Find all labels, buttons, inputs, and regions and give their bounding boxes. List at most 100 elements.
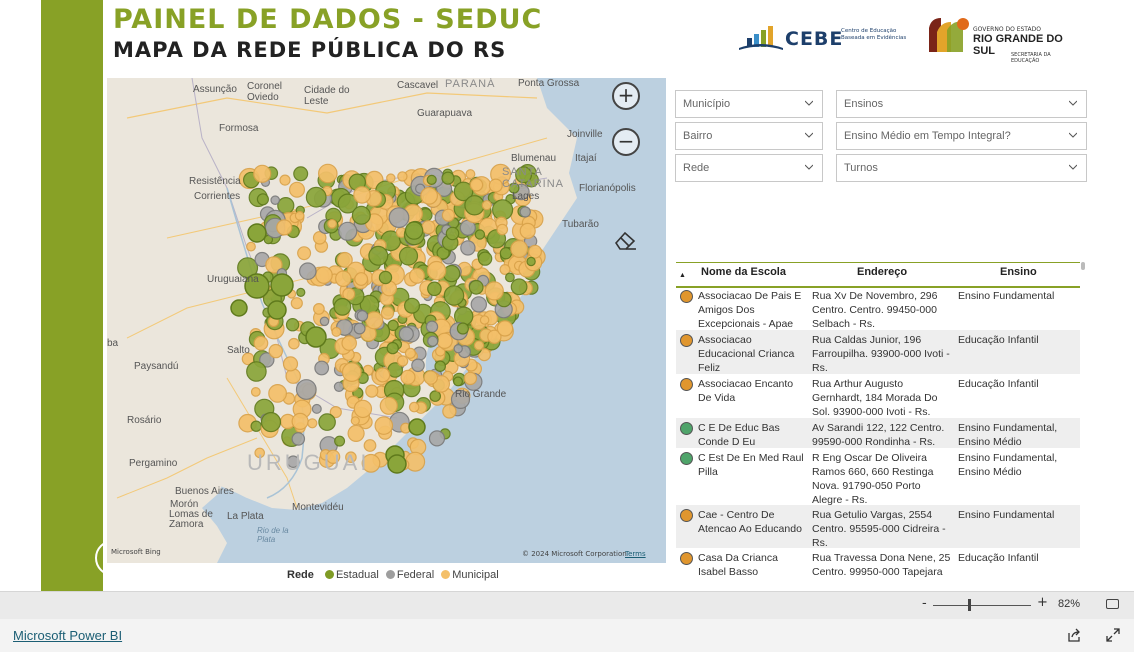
school-marker[interactable] bbox=[510, 240, 529, 259]
zoom-slider-track[interactable] bbox=[933, 605, 1031, 606]
schools-table[interactable]: ▲ Nome da Escola Endereço Ensino Associa… bbox=[676, 262, 1082, 578]
school-marker[interactable] bbox=[253, 164, 272, 183]
school-marker[interactable] bbox=[404, 347, 416, 359]
school-marker[interactable] bbox=[289, 181, 306, 198]
school-marker[interactable] bbox=[421, 220, 436, 235]
school-marker[interactable] bbox=[426, 260, 447, 281]
school-marker[interactable] bbox=[276, 219, 293, 236]
eraser-icon[interactable] bbox=[613, 229, 637, 251]
school-marker[interactable] bbox=[354, 272, 369, 286]
school-marker[interactable] bbox=[285, 317, 300, 332]
school-marker[interactable] bbox=[375, 367, 391, 383]
school-marker[interactable] bbox=[288, 337, 300, 350]
school-marker[interactable] bbox=[356, 310, 369, 322]
school-marker[interactable] bbox=[246, 241, 256, 252]
school-marker[interactable] bbox=[338, 221, 358, 241]
school-marker[interactable] bbox=[469, 178, 484, 192]
school-marker[interactable] bbox=[404, 221, 424, 240]
school-marker[interactable] bbox=[470, 296, 487, 313]
map-terms-link[interactable]: Terms bbox=[625, 550, 646, 558]
school-marker[interactable] bbox=[342, 287, 356, 301]
school-marker[interactable] bbox=[496, 320, 514, 337]
school-marker[interactable] bbox=[408, 418, 426, 436]
school-marker[interactable] bbox=[319, 316, 330, 327]
header-nome-escola[interactable]: Nome da Escola bbox=[701, 266, 786, 278]
school-marker[interactable] bbox=[379, 396, 398, 415]
map-visual[interactable]: Assunção Coronel Oviedo Cidade do Leste … bbox=[107, 78, 666, 563]
school-marker[interactable] bbox=[334, 435, 346, 447]
school-marker[interactable] bbox=[397, 171, 408, 182]
school-marker[interactable] bbox=[453, 344, 463, 354]
zoom-slider-thumb[interactable] bbox=[968, 599, 971, 611]
school-marker[interactable] bbox=[311, 403, 322, 414]
school-marker[interactable] bbox=[347, 424, 365, 442]
school-marker[interactable] bbox=[297, 246, 312, 261]
school-marker[interactable] bbox=[465, 169, 476, 180]
school-marker[interactable] bbox=[468, 279, 484, 295]
school-marker[interactable] bbox=[453, 376, 464, 387]
school-marker[interactable] bbox=[456, 322, 469, 335]
school-marker[interactable] bbox=[333, 297, 352, 316]
school-marker[interactable] bbox=[351, 205, 371, 225]
school-marker[interactable] bbox=[318, 413, 336, 431]
school-marker[interactable] bbox=[388, 207, 410, 229]
table-row[interactable]: Associacao Encanto De Vida Rua Arthur Aug… bbox=[676, 374, 1080, 418]
school-marker[interactable] bbox=[425, 320, 439, 333]
school-marker[interactable] bbox=[230, 299, 248, 317]
school-marker[interactable] bbox=[396, 355, 409, 367]
school-marker[interactable] bbox=[398, 246, 419, 266]
school-marker[interactable] bbox=[434, 360, 446, 372]
zoom-out-page-button[interactable]: - bbox=[922, 596, 927, 611]
school-marker[interactable] bbox=[282, 356, 299, 372]
school-marker[interactable] bbox=[312, 302, 325, 315]
school-marker[interactable] bbox=[341, 362, 362, 383]
school-marker[interactable] bbox=[305, 186, 327, 208]
school-marker[interactable] bbox=[463, 371, 478, 386]
school-marker[interactable] bbox=[260, 412, 282, 433]
school-marker[interactable] bbox=[246, 361, 267, 382]
school-marker[interactable] bbox=[333, 381, 345, 392]
school-marker[interactable] bbox=[270, 195, 280, 205]
table-row[interactable]: Cae - Centro De Atencao Ao Educando Rua G… bbox=[676, 505, 1080, 549]
school-marker[interactable] bbox=[519, 222, 536, 239]
school-marker[interactable] bbox=[291, 432, 306, 446]
school-marker[interactable] bbox=[256, 193, 269, 206]
table-scrollbar[interactable] bbox=[1081, 262, 1085, 270]
school-marker[interactable] bbox=[253, 335, 269, 351]
school-marker[interactable] bbox=[368, 245, 389, 266]
school-marker[interactable] bbox=[250, 387, 261, 397]
school-marker[interactable] bbox=[315, 266, 333, 284]
school-marker[interactable] bbox=[294, 210, 305, 221]
school-marker[interactable] bbox=[247, 223, 267, 243]
zoom-in-page-button[interactable]: + bbox=[1037, 595, 1048, 610]
school-marker[interactable] bbox=[268, 384, 288, 403]
school-marker[interactable] bbox=[496, 223, 509, 236]
school-marker[interactable] bbox=[365, 384, 379, 398]
legend-label-federal[interactable]: Federal bbox=[397, 569, 434, 581]
school-marker[interactable] bbox=[405, 451, 426, 472]
school-marker[interactable] bbox=[386, 341, 399, 355]
zoom-out-button[interactable]: − bbox=[612, 128, 640, 156]
filter-bairro[interactable]: Bairro bbox=[675, 122, 823, 150]
school-marker[interactable] bbox=[510, 278, 528, 296]
school-marker[interactable] bbox=[464, 195, 485, 216]
zoom-in-button[interactable]: + bbox=[612, 82, 640, 110]
school-marker[interactable] bbox=[479, 315, 490, 325]
school-marker[interactable] bbox=[305, 326, 327, 348]
table-row[interactable]: Associacao Educacional Crianca Feliz Rua … bbox=[676, 330, 1080, 374]
legend-label-municipal[interactable]: Municipal bbox=[452, 569, 498, 581]
school-marker[interactable] bbox=[290, 297, 303, 310]
filter-tempo-integral[interactable]: Ensino Médio em Tempo Integral? bbox=[836, 122, 1087, 150]
school-marker[interactable] bbox=[296, 287, 306, 297]
school-marker[interactable] bbox=[387, 454, 407, 474]
school-marker[interactable] bbox=[477, 251, 493, 266]
school-marker[interactable] bbox=[481, 200, 492, 211]
school-marker[interactable] bbox=[519, 206, 531, 218]
school-marker[interactable] bbox=[353, 322, 366, 335]
school-marker[interactable] bbox=[279, 174, 291, 186]
school-marker[interactable] bbox=[445, 226, 460, 241]
sort-indicator-icon[interactable]: ▲ bbox=[679, 272, 686, 279]
school-marker[interactable] bbox=[484, 281, 504, 301]
school-marker[interactable] bbox=[473, 340, 485, 351]
school-marker[interactable] bbox=[420, 186, 439, 205]
